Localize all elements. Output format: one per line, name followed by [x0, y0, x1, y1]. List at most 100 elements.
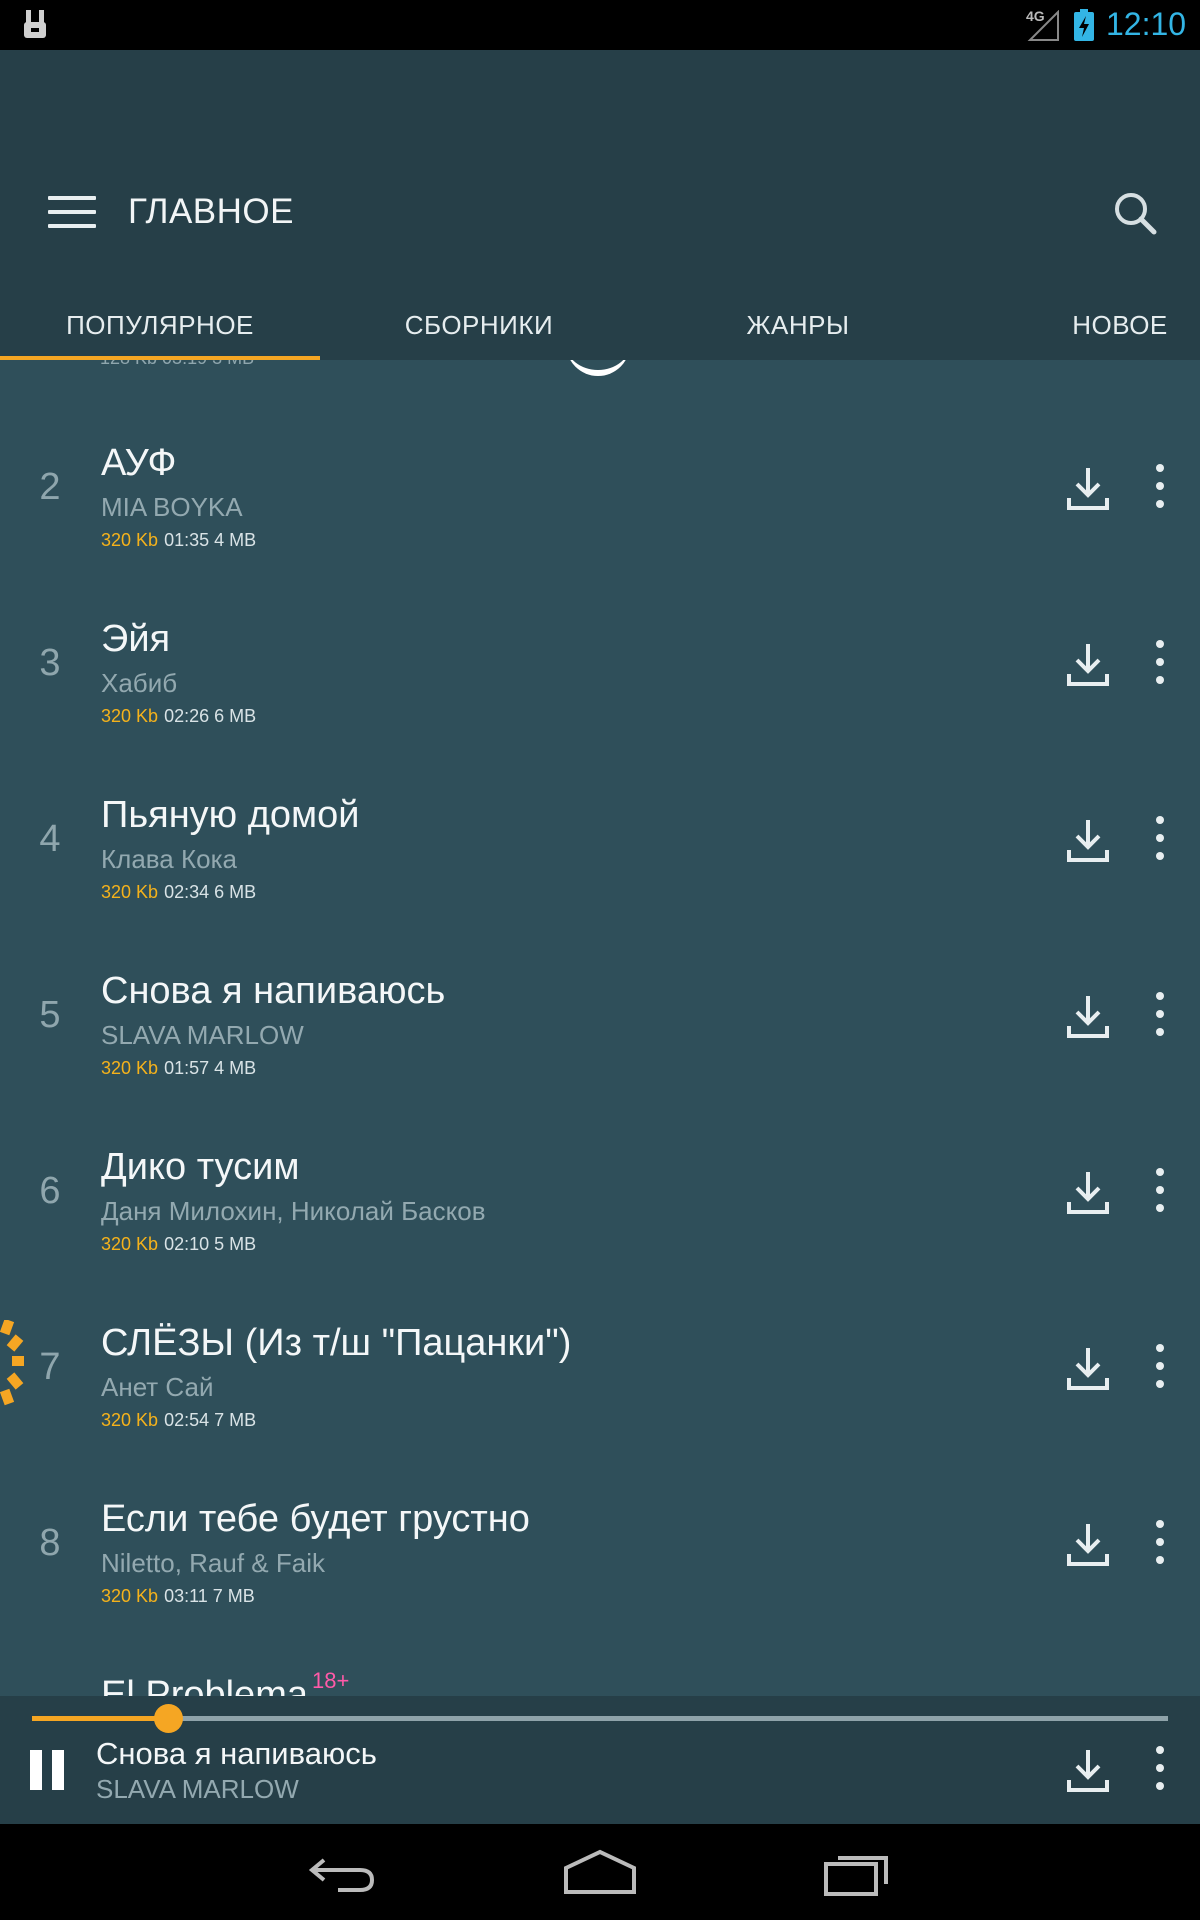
track-artist: Анет Сай: [101, 1372, 214, 1402]
page-title: ГЛАВНОЕ: [128, 192, 294, 231]
tab-label: ЖАНРЫ: [746, 309, 850, 340]
partial-track-meta: 128 Kb 03:19 3 MB: [100, 360, 254, 369]
track-duration: 01:57: [164, 1058, 210, 1078]
app-notification-icon: [24, 10, 46, 38]
track-duration: 02:10: [164, 1234, 210, 1254]
more-vert-icon[interactable]: [1144, 1344, 1176, 1390]
track-meta: 320 Kb 02:26 6 MB: [101, 706, 256, 727]
track-bitrate: 320 Kb: [101, 1058, 159, 1078]
seek-thumb[interactable]: [154, 1704, 184, 1733]
status-clock: 12:10: [1106, 6, 1187, 42]
download-icon[interactable]: [1066, 814, 1110, 864]
track-duration: 03:11: [164, 1586, 208, 1606]
track-row[interactable]: 7 СЛЁЗЫ (Из т/ш "Пацанки") Анет Сай 320 …: [0, 1286, 1200, 1462]
partial-cover-circle: [566, 360, 630, 376]
track-number: 7: [39, 1346, 61, 1388]
search-icon[interactable]: [1112, 190, 1158, 236]
track-meta: 320 Kb 02:34 6 MB: [101, 882, 256, 903]
track-number: 2: [39, 466, 61, 508]
track-bitrate: 320 Kb: [101, 530, 159, 550]
track-number: 6: [39, 1170, 61, 1212]
track-title: Если тебе будет грустно: [101, 1498, 530, 1540]
tab-popular[interactable]: ПОПУЛЯРНОЕ: [0, 290, 320, 360]
tab-label: НОВОЕ: [1072, 309, 1168, 340]
track-title: СЛЁЗЫ (Из т/ш "Пацанки"): [101, 1322, 572, 1364]
track-number: 8: [39, 1522, 61, 1564]
track-number: 3: [39, 642, 61, 684]
track-title: Эйя: [101, 618, 171, 660]
track-size: 5 MB: [214, 1234, 257, 1254]
track-title: Снова я напиваюсь: [101, 970, 446, 1012]
track-artist: Даня Милохин, Николай Басков: [101, 1196, 486, 1226]
track-size: 6 MB: [214, 882, 257, 902]
more-vert-icon[interactable]: [1144, 992, 1176, 1038]
more-vert-icon[interactable]: [1144, 640, 1176, 686]
seek-progress: [32, 1716, 169, 1721]
track-size: 6 MB: [214, 706, 257, 726]
tab-genres[interactable]: ЖАНРЫ: [638, 290, 958, 360]
track-row[interactable]: El Problema 18+: [0, 1638, 1200, 1696]
track-row[interactable]: 8 Если тебе будет грустно Niletto, Rauf …: [0, 1462, 1200, 1638]
track-meta: 320 Kb 01:57 4 MB: [101, 1058, 256, 1079]
tab-label: СБОРНИКИ: [404, 309, 554, 340]
track-duration: 02:54: [164, 1410, 210, 1430]
back-icon[interactable]: [308, 1846, 378, 1898]
download-icon[interactable]: [1066, 1744, 1110, 1794]
track-meta: 320 Kb 01:35 4 MB: [101, 530, 256, 551]
status-bar: 4G 12:10: [0, 0, 1200, 50]
more-vert-icon[interactable]: [1144, 1746, 1176, 1792]
more-vert-icon[interactable]: [1144, 816, 1176, 862]
track-artist: MIA BOYKA: [101, 492, 243, 522]
more-vert-icon[interactable]: [1144, 464, 1176, 510]
loading-spinner-icon: [0, 1320, 24, 1406]
explicit-badge: 18+: [311, 1668, 350, 1693]
tab-new[interactable]: НОВОЕ: [1040, 290, 1200, 360]
battery-charging-icon: [1074, 9, 1094, 41]
more-vert-icon[interactable]: [1144, 1168, 1176, 1214]
track-bitrate: 320 Kb: [101, 1410, 159, 1430]
download-icon[interactable]: [1066, 462, 1110, 512]
track-artist: Niletto, Rauf & Faik: [101, 1548, 325, 1578]
track-artist: Клава Кока: [101, 844, 237, 874]
home-icon[interactable]: [562, 1846, 638, 1898]
track-bitrate: 320 Kb: [101, 1586, 159, 1606]
track-row[interactable]: 6 Дико тусим Даня Милохин, Николай Баско…: [0, 1110, 1200, 1286]
track-title: El Problema 18+: [101, 1668, 349, 1696]
now-playing-bar[interactable]: Снова я напиваюсь SLAVA MARLOW: [0, 1696, 1200, 1824]
tab-bar: ПОПУЛЯРНОЕ СБОРНИКИ ЖАНРЫ НОВОЕ: [0, 290, 1200, 360]
download-icon[interactable]: [1066, 638, 1110, 688]
pause-icon[interactable]: [30, 1750, 66, 1790]
seek-bar[interactable]: [32, 1704, 1168, 1733]
menu-icon[interactable]: [48, 196, 96, 232]
download-icon[interactable]: [1066, 1342, 1110, 1392]
track-list[interactable]: 128 Kb 03:19 3 MB 2 АУФ MIA BOYKA 320 Kb…: [0, 360, 1200, 1696]
download-icon[interactable]: [1066, 1166, 1110, 1216]
track-size: 7 MB: [212, 1586, 255, 1606]
system-nav-bar: [0, 1824, 1200, 1920]
download-icon[interactable]: [1066, 1518, 1110, 1568]
track-meta: 320 Kb 02:10 5 MB: [101, 1234, 256, 1255]
track-row[interactable]: 4 Пьяную домой Клава Кока 320 Kb 02:34 6 …: [0, 758, 1200, 934]
tab-collections[interactable]: СБОРНИКИ: [320, 290, 638, 360]
more-vert-icon[interactable]: [1144, 1520, 1176, 1566]
track-bitrate: 320 Kb: [101, 1234, 159, 1254]
track-row[interactable]: 2 АУФ MIA BOYKA 320 Kb 01:35 4 MB: [0, 406, 1200, 582]
track-title: АУФ: [101, 442, 177, 484]
track-title: Дико тусим: [101, 1146, 300, 1188]
track-meta: 320 Kb 02:54 7 MB: [101, 1410, 256, 1431]
track-meta: 320 Kb 03:11 7 MB: [101, 1586, 255, 1607]
track-duration: 01:35: [164, 530, 210, 550]
track-artist: Хабиб: [101, 668, 178, 698]
track-title-text: El Problema: [101, 1674, 308, 1696]
download-icon[interactable]: [1066, 990, 1110, 1040]
track-duration: 02:26: [164, 706, 210, 726]
recents-icon[interactable]: [822, 1846, 892, 1898]
now-playing-artist: SLAVA MARLOW: [96, 1774, 299, 1804]
track-number: 4: [39, 818, 61, 860]
track-row[interactable]: 5 Снова я напиваюсь SLAVA MARLOW 320 Kb 0…: [0, 934, 1200, 1110]
now-playing-title: Снова я напиваюсь: [96, 1736, 377, 1771]
track-title: Пьяную домой: [101, 794, 360, 836]
track-size: 7 MB: [214, 1410, 257, 1430]
track-duration: 02:34: [164, 882, 210, 902]
track-row[interactable]: 3 Эйя Хабиб 320 Kb 02:26 6 MB: [0, 582, 1200, 758]
